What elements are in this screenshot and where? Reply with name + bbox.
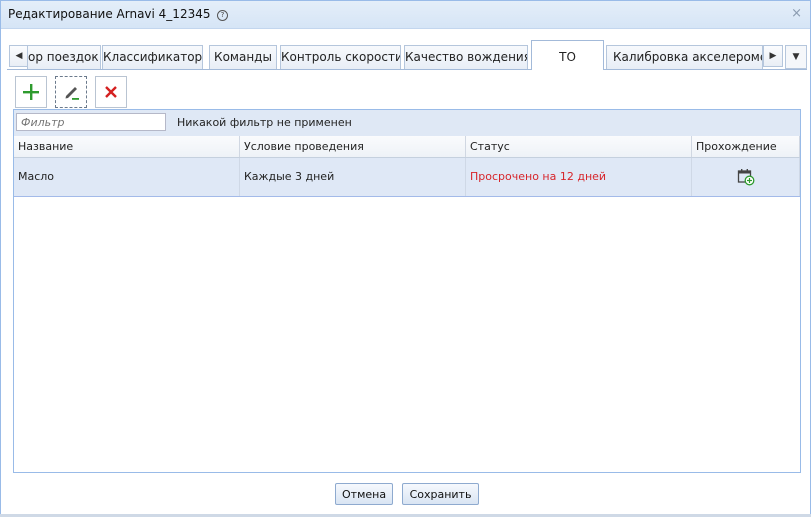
dialog-body: ◀ ор поездок Классификатор Команды Контр… bbox=[7, 38, 807, 479]
column-header-status[interactable]: Статус bbox=[466, 136, 692, 157]
filter-input[interactable] bbox=[16, 113, 166, 131]
column-header-condition[interactable]: Условие проведения bbox=[240, 136, 466, 157]
cancel-button[interactable]: Отмена bbox=[335, 483, 393, 505]
tab-menu-button[interactable]: ▼ bbox=[785, 45, 807, 69]
tab-label: Команды bbox=[214, 50, 272, 64]
tab-maintenance[interactable]: ТО bbox=[531, 40, 604, 70]
pencil-icon bbox=[65, 87, 79, 100]
filter-status: Никакой фильтр не применен bbox=[177, 116, 352, 129]
cell-name: Масло bbox=[14, 158, 240, 196]
grid-header: Название Условие проведения Статус Прохо… bbox=[14, 136, 800, 158]
help-icon[interactable]: ? bbox=[217, 10, 228, 21]
tab-driving-quality[interactable]: Качество вождения bbox=[404, 45, 528, 69]
dialog-titlebar: Редактирование Arnavi 4_12345 ? × bbox=[1, 1, 810, 29]
tab-label: Классификатор bbox=[103, 50, 203, 64]
tab-scroll-left-button[interactable]: ◀ bbox=[9, 45, 29, 67]
tab-label: Качество вождения bbox=[405, 50, 528, 64]
tab-label: ор поездок bbox=[28, 50, 99, 64]
delete-x-icon bbox=[105, 86, 117, 98]
table-row[interactable]: Масло Каждые 3 дней Просрочено на 12 дне… bbox=[14, 158, 800, 197]
tab-classifier[interactable]: Классификатор bbox=[102, 45, 203, 69]
tab-scroll-right-button[interactable]: ▶ bbox=[763, 45, 783, 67]
column-header-name[interactable]: Название bbox=[14, 136, 240, 157]
dialog-title: Редактирование Arnavi 4_12345 bbox=[8, 7, 211, 21]
column-header-passing[interactable]: Прохождение bbox=[692, 136, 800, 157]
chevron-left-icon: ◀ bbox=[15, 51, 23, 61]
chevron-down-icon: ▼ bbox=[792, 52, 800, 62]
cell-status: Просрочено на 12 дней bbox=[466, 158, 692, 196]
close-icon[interactable]: × bbox=[791, 6, 802, 21]
add-button[interactable] bbox=[15, 76, 47, 108]
tab-label: Контроль скорости bbox=[281, 50, 401, 64]
delete-button[interactable] bbox=[95, 76, 127, 108]
edit-button[interactable] bbox=[55, 76, 87, 108]
tab-accelerometer-calibration[interactable]: Калибровка акселерометра bbox=[606, 45, 763, 69]
filter-bar: Никакой фильтр не применен bbox=[14, 110, 800, 137]
calendar-add-icon[interactable] bbox=[737, 168, 755, 186]
tab-commands[interactable]: Команды bbox=[209, 45, 277, 69]
tab-trip-detector[interactable]: ор поездок bbox=[27, 45, 101, 69]
tab-strip: ◀ ор поездок Классификатор Команды Контр… bbox=[7, 38, 807, 70]
cell-passing bbox=[692, 158, 800, 196]
save-button[interactable]: Сохранить bbox=[402, 483, 479, 505]
tab-label: Калибровка акселерометра bbox=[613, 50, 762, 64]
plus-icon bbox=[23, 84, 39, 100]
maintenance-grid: Никакой фильтр не применен Название Усло… bbox=[13, 109, 801, 473]
cell-condition: Каждые 3 дней bbox=[240, 158, 466, 196]
tab-speed-control[interactable]: Контроль скорости bbox=[280, 45, 401, 69]
tab-label: ТО bbox=[559, 50, 576, 64]
dialog-footer: Отмена Сохранить bbox=[1, 479, 810, 516]
chevron-right-icon: ▶ bbox=[769, 51, 777, 61]
edit-dialog: Редактирование Arnavi 4_12345 ? × ◀ ор п… bbox=[0, 0, 811, 517]
